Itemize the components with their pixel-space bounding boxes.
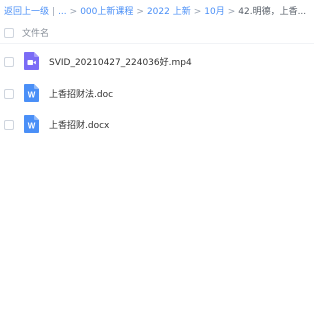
back-link[interactable]: 返回上一级	[4, 3, 49, 21]
name-column-header[interactable]: 文件名	[22, 26, 49, 39]
file-checkbox[interactable]	[4, 89, 14, 99]
video-file-icon	[24, 52, 39, 70]
breadcrumb-current: 42.明德，上香...	[238, 7, 307, 17]
file-row[interactable]: W 上香招财法.doc	[0, 78, 314, 108]
file-name[interactable]: SVID_20210427_224036好.mp4	[49, 55, 192, 68]
word-file-icon: W	[24, 115, 39, 133]
list-header: 文件名	[0, 22, 314, 43]
word-icon-letter: W	[28, 91, 36, 100]
breadcrumb-item-october[interactable]: 10月	[204, 3, 224, 21]
breadcrumb-separator: >	[69, 7, 78, 17]
file-name[interactable]: 上香招财.docx	[49, 118, 109, 131]
word-icon-letter: W	[28, 122, 36, 131]
file-checkbox[interactable]	[4, 120, 14, 130]
breadcrumb-divider: |	[52, 7, 56, 17]
file-row[interactable]: W 上香招财.docx	[0, 109, 314, 139]
breadcrumb-item-2022[interactable]: 2022 上新	[147, 3, 191, 21]
breadcrumb-item-000-courses[interactable]: 000上新课程	[80, 3, 133, 21]
breadcrumb: 返回上一级 | ... > 000上新课程 > 2022 上新 > 10月 > …	[4, 3, 306, 21]
select-all-checkbox[interactable]	[4, 28, 14, 38]
file-name[interactable]: 上香招财法.doc	[49, 87, 113, 100]
file-row[interactable]: SVID_20210427_224036好.mp4	[0, 46, 314, 76]
breadcrumb-separator: >	[193, 7, 202, 17]
file-checkbox[interactable]	[4, 57, 14, 67]
breadcrumb-separator: >	[227, 7, 236, 17]
word-file-icon: W	[24, 84, 39, 102]
header-divider	[0, 43, 314, 44]
breadcrumb-separator: >	[136, 7, 144, 17]
breadcrumb-ellipsis[interactable]: ...	[58, 3, 67, 21]
